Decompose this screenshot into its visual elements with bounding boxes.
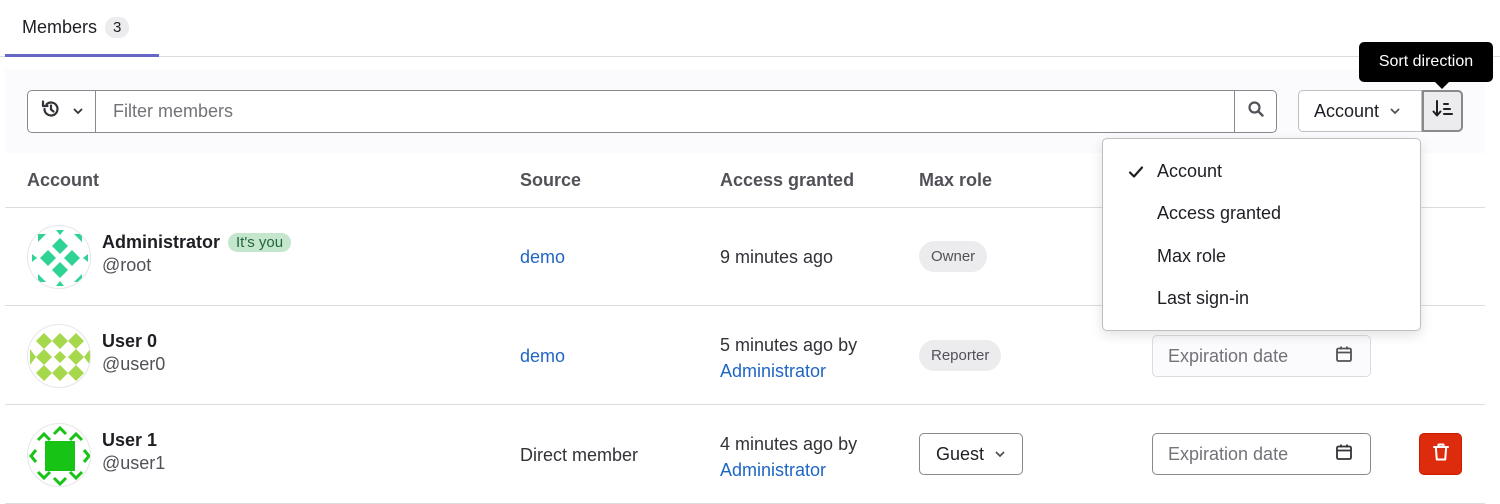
member-name[interactable]: Administrator [102,232,220,253]
sort-lowest-icon [1432,99,1454,124]
tabs-bar: Members 3 [0,0,1500,57]
sort-option-last-sign-in[interactable]: Last sign-in [1103,278,1420,321]
role-dropdown[interactable]: Guest [919,433,1024,475]
chevron-down-icon [994,444,1006,465]
access-granted-cell: 5 minutes ago by Administrator [720,332,857,384]
check-icon [1128,163,1144,184]
sort-option-label: Access granted [1157,203,1282,224]
member-info: User 1 @user1 [102,430,165,474]
recent-searches-button[interactable] [28,91,96,132]
search-button[interactable] [1234,91,1276,132]
calendar-icon [1335,443,1353,466]
sort-by-label: Account [1314,100,1380,121]
member-info: User 0 @user0 [102,331,165,375]
expiration-date-input[interactable]: Expiration date [1152,433,1371,475]
chevron-down-icon [72,101,84,122]
filtered-search [27,90,1277,133]
granted-by-link[interactable]: Administrator [720,361,826,381]
sort-by-dropdown[interactable]: Account [1298,90,1422,132]
table-row: User 1 @user1 Direct member 4 minutes ag… [5,406,1485,504]
access-granted-text: 4 minutes ago by [720,434,858,454]
sort-option-label: Max role [1157,245,1227,266]
avatar[interactable] [27,423,91,487]
sort-option-account[interactable]: Account [1103,150,1420,193]
sort-option-max-role[interactable]: Max role [1103,235,1420,278]
calendar-icon [1335,345,1353,368]
sort-by-menu: Account Access granted Max role Last sig… [1102,138,1421,331]
trash-icon [1432,442,1450,467]
column-header-max-role: Max role [919,170,993,190]
its-you-badge: It's you [228,233,292,252]
chevron-down-icon [1389,101,1401,122]
granted-by-link[interactable]: Administrator [720,460,826,480]
source-text: Direct member [520,445,639,465]
sort-option-label: Account [1157,160,1223,181]
source-link[interactable]: demo [520,346,565,367]
sort-option-label: Last sign-in [1157,288,1250,309]
access-granted-text: 9 minutes ago [720,247,834,267]
expiration-date-placeholder: Expiration date [1168,345,1289,366]
members-count-badge: 3 [105,16,130,38]
max-role-badge: Reporter [919,340,1002,371]
history-icon [40,98,62,125]
search-icon [1247,100,1265,123]
avatar[interactable] [27,225,91,289]
expiration-date-placeholder: Expiration date [1168,443,1289,464]
access-granted-text: 5 minutes ago by [720,335,858,355]
member-username: @user0 [102,354,166,374]
tab-members[interactable]: Members 3 [5,0,159,57]
column-header-access-granted: Access granted [720,170,855,190]
member-info: Administrator It's you @root [102,232,292,276]
max-role-badge: Owner [919,241,988,272]
member-username: @user1 [102,453,166,473]
column-header-account: Account [27,170,99,190]
role-dropdown-value: Guest [936,443,985,464]
expiration-date-input: Expiration date [1152,335,1371,377]
source-link[interactable]: demo [520,247,565,268]
column-header-source: Source [520,170,582,190]
sort-option-access-granted[interactable]: Access granted [1103,193,1420,236]
member-username: @root [102,255,152,275]
sort-direction-tooltip: Sort direction [1359,42,1493,89]
remove-member-button[interactable] [1419,433,1462,475]
sort-direction-button[interactable] [1422,90,1463,132]
filter-members-input[interactable] [96,91,1234,132]
access-granted-cell: 4 minutes ago by Administrator [720,431,857,483]
avatar[interactable] [27,324,91,388]
member-name[interactable]: User 1 [102,430,157,451]
tab-label: Members [22,16,98,37]
member-name[interactable]: User 0 [102,331,157,352]
